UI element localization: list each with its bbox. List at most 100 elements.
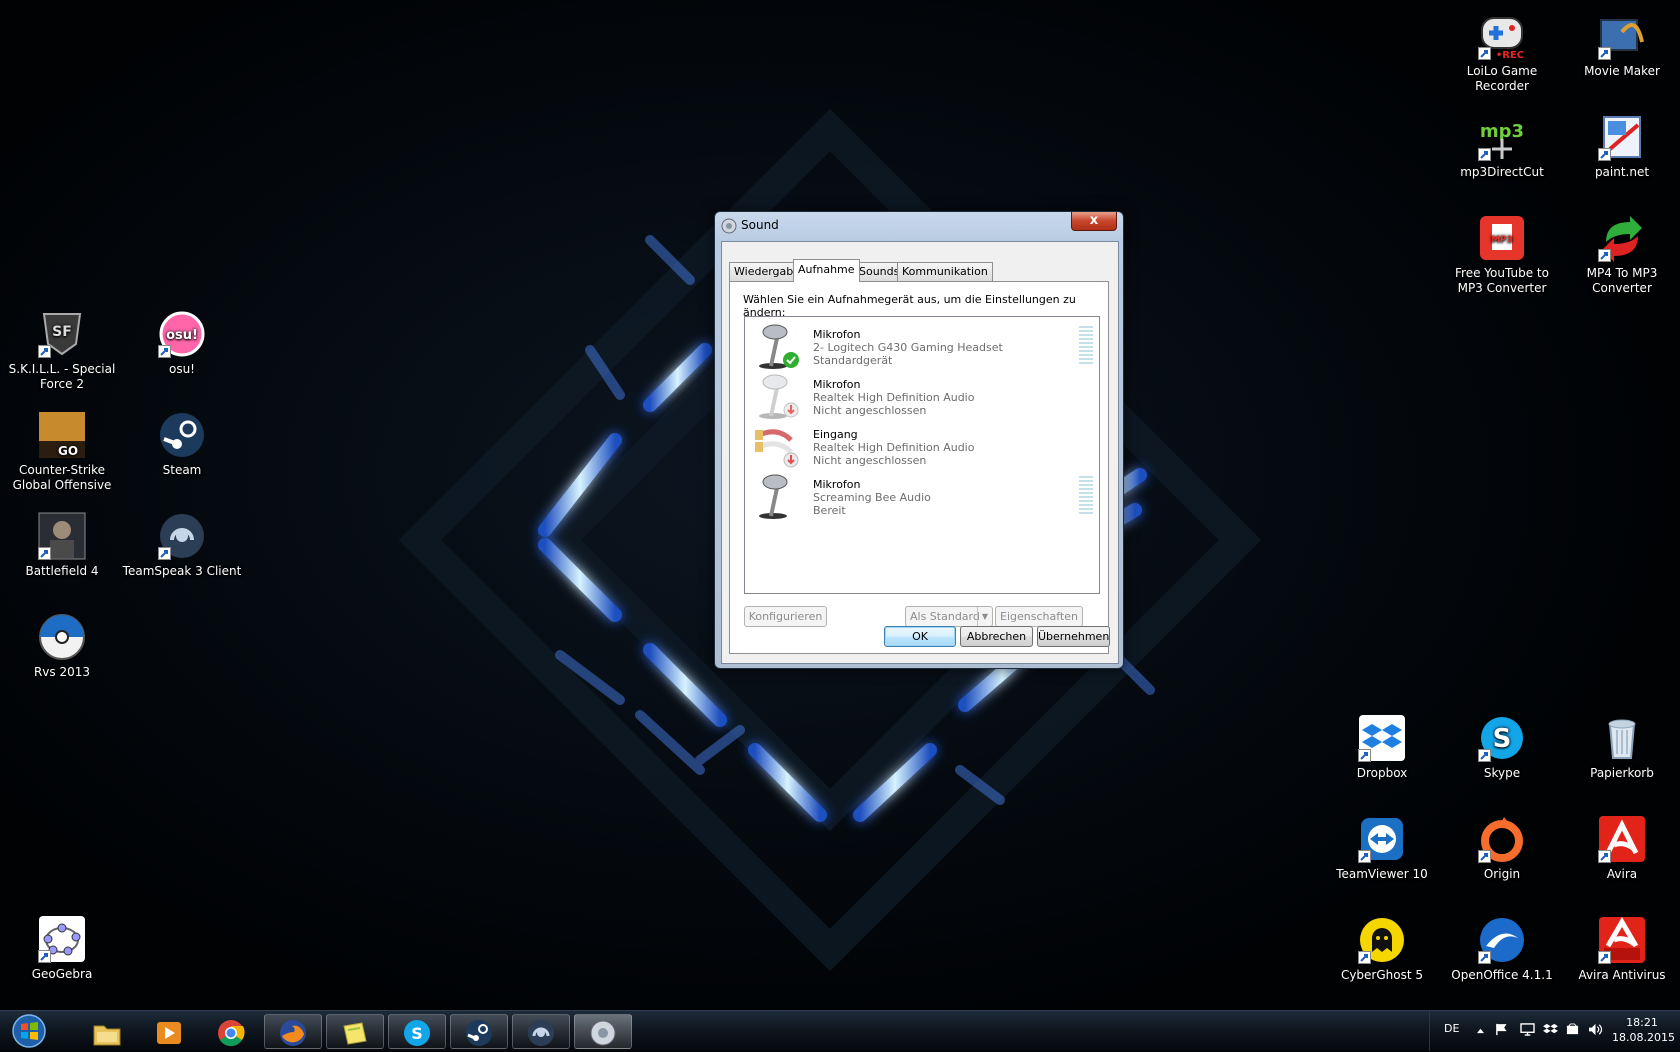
svg-text:mp3: mp3 bbox=[1480, 121, 1524, 142]
desktop-icon-label: Rvs 2013 bbox=[33, 665, 91, 679]
device-name: Eingang bbox=[813, 428, 858, 441]
device-status: Bereit bbox=[813, 504, 846, 517]
rvs-icon bbox=[39, 614, 85, 660]
media-player-icon bbox=[157, 1022, 181, 1044]
taskbar-steam[interactable] bbox=[450, 1014, 508, 1049]
desktop-icon-label: CyberGhost 5 bbox=[1340, 968, 1424, 982]
taskbar-teamspeak[interactable] bbox=[512, 1014, 570, 1049]
microphone-ready-icon bbox=[759, 474, 788, 519]
desktop-icon-teamspeak[interactable]: TeamSpeak 3 Client bbox=[122, 512, 242, 579]
firefox-icon bbox=[280, 1020, 306, 1046]
desktop-icon-label: OpenOffice 4.1.1 bbox=[1451, 968, 1553, 982]
desktop-icon-label: mp3DirectCut bbox=[1460, 165, 1544, 179]
taskbar-media-player[interactable] bbox=[140, 1014, 198, 1049]
desktop-icon-mp3directcut[interactable]: mp3 mp3DirectCut bbox=[1442, 113, 1562, 180]
tab-kommunikation[interactable]: Kommunikation bbox=[897, 262, 993, 281]
taskbar-sound[interactable] bbox=[574, 1014, 632, 1049]
taskbar-skype[interactable]: S bbox=[388, 1014, 446, 1049]
list-item[interactable]: Mikrofon Screaming Bee Audio Bereit bbox=[749, 470, 1095, 520]
sticky-notes-icon bbox=[343, 1022, 367, 1045]
flag-icon[interactable] bbox=[1566, 1023, 1579, 1039]
steam-icon bbox=[466, 1020, 492, 1046]
chevron-up-icon bbox=[1477, 1028, 1484, 1034]
desktop-icon-label: Free YouTube to MP3 Converter bbox=[1455, 266, 1549, 295]
level-meter bbox=[1079, 326, 1093, 366]
start-button[interactable] bbox=[10, 1013, 48, 1049]
desktop-icon-geogebra[interactable]: GeoGebra bbox=[2, 915, 122, 982]
device-description: Realtek High Definition Audio bbox=[813, 441, 975, 454]
recording-tab-panel: Wählen Sie ein Aufnahmegerät aus, um die… bbox=[729, 281, 1109, 654]
language-indicator[interactable]: DE bbox=[1444, 1022, 1459, 1035]
desktop-icon-paintnet[interactable]: paint.net bbox=[1562, 113, 1680, 180]
desktop-icon-skype[interactable]: S Skype bbox=[1442, 714, 1562, 781]
desktop-icon-rvs[interactable]: Rvs 2013 bbox=[2, 613, 122, 680]
desktop-icon-moviemaker[interactable]: Movie Maker bbox=[1562, 12, 1680, 79]
desktop-icon-label: Counter-Strike Global Offensive bbox=[12, 463, 112, 492]
svg-text:•REC: •REC bbox=[1496, 50, 1524, 60]
recording-device-list[interactable]: Mikrofon 2- Logitech G430 Gaming Headset… bbox=[744, 316, 1100, 594]
configure-button[interactable]: Konfigurieren bbox=[744, 606, 827, 627]
teamspeak-icon bbox=[528, 1020, 554, 1046]
tab-aufnahme[interactable]: Aufnahme bbox=[793, 259, 860, 282]
svg-text:SF: SF bbox=[52, 324, 72, 340]
desktop-icon-openoffice[interactable]: OpenOffice 4.1.1 bbox=[1442, 916, 1562, 983]
desktop-icon-osu[interactable]: osu! osu! bbox=[122, 310, 242, 377]
close-button[interactable]: x bbox=[1071, 212, 1117, 231]
desktop-icon-teamviewer[interactable]: TeamViewer 10 bbox=[1322, 815, 1442, 882]
desktop-icon-label: GeoGebra bbox=[31, 967, 93, 981]
dropbox-tray-icon[interactable] bbox=[1543, 1023, 1558, 1039]
steam-icon bbox=[160, 413, 204, 457]
taskbar-explorer[interactable] bbox=[78, 1014, 136, 1049]
desktop-icon-loilo[interactable]: •REC LoiLo Game Recorder bbox=[1442, 12, 1562, 94]
list-item[interactable]: Eingang Realtek High Definition Audio Ni… bbox=[749, 420, 1095, 470]
list-item[interactable]: Mikrofon 2- Logitech G430 Gaming Headset… bbox=[749, 320, 1095, 370]
desktop-icon-recycle-bin[interactable]: Papierkorb bbox=[1562, 714, 1680, 781]
desktop-icon-skill[interactable]: SF S.K.I.L.L. - Special Force 2 bbox=[2, 310, 122, 392]
desktop-icon-mp4-mp3[interactable]: MP4 To MP3 Converter bbox=[1562, 214, 1680, 296]
taskbar-chrome[interactable] bbox=[202, 1014, 260, 1049]
desktop-icon-steam[interactable]: Steam bbox=[122, 411, 242, 478]
dialog-title: Sound bbox=[741, 218, 779, 232]
svg-text:MP3: MP3 bbox=[1491, 235, 1513, 245]
device-name: Mikrofon bbox=[813, 378, 861, 391]
desktop-icon-label: TeamSpeak 3 Client bbox=[122, 564, 242, 578]
clock[interactable]: 18:21 18.08.2015 bbox=[1612, 1015, 1675, 1045]
desktop-icon-origin[interactable]: Origin bbox=[1442, 815, 1562, 882]
apply-button[interactable]: Übernehmen bbox=[1037, 626, 1110, 647]
set-default-button[interactable]: Als Standard ▼ bbox=[905, 606, 993, 627]
clock-date: 18.08.2015 bbox=[1612, 1031, 1675, 1044]
list-item[interactable]: Mikrofon Realtek High Definition Audio N… bbox=[749, 370, 1095, 420]
chevron-down-icon[interactable]: ▼ bbox=[977, 607, 992, 626]
desktop-icon-csgo[interactable]: GO Counter-Strike Global Offensive bbox=[2, 411, 122, 493]
device-description: Screaming Bee Audio bbox=[813, 491, 931, 504]
action-center-icon[interactable] bbox=[1495, 1023, 1508, 1039]
device-status: Standardgerät bbox=[813, 354, 893, 367]
youtube-mp3-icon: MP3 bbox=[1480, 216, 1524, 260]
tray-expand-button[interactable] bbox=[1476, 1024, 1485, 1037]
csgo-icon: GO bbox=[39, 412, 85, 458]
microphone-default-icon bbox=[759, 324, 799, 369]
ok-button[interactable]: OK bbox=[884, 626, 956, 647]
desktop-icon-label: osu! bbox=[168, 362, 195, 376]
desktop-icon-youtube-mp3[interactable]: MP3 Free YouTube to MP3 Converter bbox=[1442, 214, 1562, 296]
volume-icon[interactable] bbox=[1588, 1023, 1603, 1039]
level-meter bbox=[1079, 476, 1093, 516]
clock-time: 18:21 bbox=[1626, 1016, 1658, 1029]
desktop-icon-avira-antivirus[interactable]: Avira Antivirus bbox=[1562, 916, 1680, 983]
desktop-icon-label: LoiLo Game Recorder bbox=[1466, 64, 1538, 93]
desktop-icon-cyberghost[interactable]: CyberGhost 5 bbox=[1322, 916, 1442, 983]
desktop-icon-label: Steam bbox=[162, 463, 202, 477]
device-name: Mikrofon bbox=[813, 328, 861, 341]
desktop-icon-dropbox[interactable]: Dropbox bbox=[1322, 714, 1442, 781]
desktop-icon-avira[interactable]: Avira bbox=[1562, 815, 1680, 882]
close-icon: x bbox=[1089, 213, 1099, 228]
desktop-icon-battlefield[interactable]: Battlefield 4 bbox=[2, 512, 122, 579]
properties-button[interactable]: Eigenschaften bbox=[995, 606, 1083, 627]
network-icon[interactable] bbox=[1520, 1023, 1535, 1039]
taskbar-firefox[interactable] bbox=[264, 1014, 322, 1049]
svg-text:S: S bbox=[411, 1024, 423, 1043]
cancel-button[interactable]: Abbrechen bbox=[960, 626, 1033, 647]
device-description: Realtek High Definition Audio bbox=[813, 391, 975, 404]
taskbar-sticky-notes[interactable] bbox=[326, 1014, 384, 1049]
desktop-icon-label: S.K.I.L.L. - Special Force 2 bbox=[8, 362, 116, 391]
